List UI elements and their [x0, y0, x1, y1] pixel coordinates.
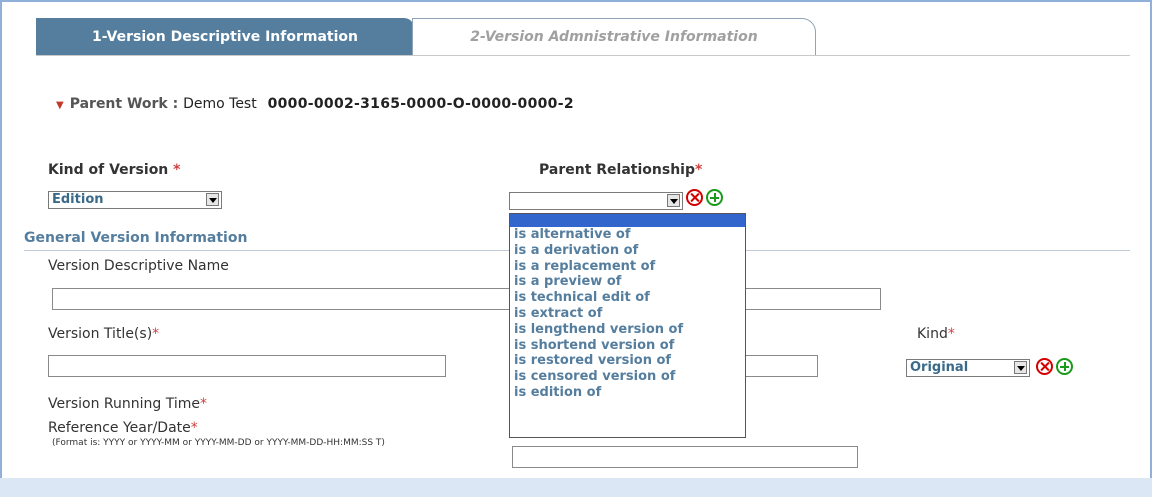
- remove-circle-icon[interactable]: [1036, 358, 1053, 375]
- section-general-version-info: General Version Information: [24, 230, 248, 246]
- dropdown-option[interactable]: is censored version of: [510, 369, 745, 385]
- required-marker: *: [152, 326, 160, 342]
- kind-label: Kind*: [917, 326, 955, 342]
- parent-work-title: Demo Test: [183, 96, 257, 112]
- running-time-text: Version Running Time: [48, 396, 201, 412]
- parent-relationship-label: Parent Relationship*: [539, 162, 702, 178]
- bottom-strip: [0, 478, 1152, 497]
- chevron-down-icon[interactable]: [1014, 361, 1027, 374]
- dropdown-option[interactable]: is restored version of: [510, 353, 745, 369]
- dropdown-option[interactable]: is alternative of: [510, 227, 745, 243]
- parent-relationship-select[interactable]: [509, 192, 683, 210]
- kind-text: Kind: [917, 326, 948, 342]
- dropdown-option[interactable]: is extract of: [510, 306, 745, 322]
- dropdown-option[interactable]: is lengthend version of: [510, 322, 745, 338]
- kind-of-version-value: Edition: [52, 192, 104, 207]
- kind-of-version-select[interactable]: Edition: [48, 191, 222, 209]
- version-title-input[interactable]: [48, 355, 446, 377]
- parent-work-code: 0000-0002-3165-0000-O-0000-0000-2: [267, 96, 574, 112]
- dropdown-option[interactable]: is a replacement of: [510, 259, 745, 275]
- required-marker: *: [947, 326, 955, 342]
- dropdown-option[interactable]: is edition of: [510, 385, 745, 401]
- descriptive-name-input[interactable]: [52, 288, 881, 310]
- reference-date-input[interactable]: [512, 446, 858, 468]
- tab-divider: [36, 55, 1130, 56]
- parent-relationship-dropdown[interactable]: is alternative of is a derivation of is …: [509, 213, 746, 438]
- required-marker: *: [173, 162, 181, 178]
- reference-date-label: Reference Year/Date*: [48, 420, 198, 436]
- parent-work-label: Parent Work :: [69, 96, 179, 112]
- parent-work: ▼ Parent Work : Demo Test 0000-0002-3165-…: [56, 96, 574, 112]
- triangle-down-icon[interactable]: ▼: [56, 100, 64, 111]
- dropdown-option[interactable]: is a derivation of: [510, 243, 745, 259]
- descriptive-name-label: Version Descriptive Name: [48, 258, 229, 274]
- running-time-label: Version Running Time*: [48, 396, 207, 412]
- required-marker: *: [200, 396, 208, 412]
- chevron-down-icon[interactable]: [667, 194, 680, 207]
- dropdown-option[interactable]: is shortend version of: [510, 338, 745, 354]
- tab-version-descriptive[interactable]: 1-Version Descriptive Information: [36, 18, 414, 56]
- parent-relationship-text: Parent Relationship: [539, 162, 695, 178]
- chevron-down-icon[interactable]: [206, 193, 219, 206]
- dropdown-option[interactable]: is technical edit of: [510, 290, 745, 306]
- add-circle-icon[interactable]: [706, 189, 723, 206]
- remove-circle-icon[interactable]: [686, 189, 703, 206]
- reference-date-text: Reference Year/Date: [48, 420, 191, 436]
- version-titles-text: Version Title(s): [48, 326, 153, 342]
- add-circle-icon[interactable]: [1056, 358, 1073, 375]
- reference-date-format-hint: (Format is: YYYY or YYYY-MM or YYYY-MM-D…: [52, 438, 385, 448]
- required-marker: *: [694, 162, 703, 178]
- kind-of-version-label: Kind of Version *: [48, 162, 180, 178]
- required-marker: *: [190, 420, 198, 436]
- dropdown-option-blank-highlighted[interactable]: [510, 214, 745, 227]
- kind-of-version-text: Kind of Version: [48, 162, 169, 178]
- dropdown-option[interactable]: is a preview of: [510, 274, 745, 290]
- tab-version-administrative[interactable]: 2-Version Admnistrative Information: [412, 18, 816, 56]
- version-titles-label: Version Title(s)*: [48, 326, 159, 342]
- kind-select[interactable]: Original: [906, 359, 1030, 377]
- kind-value: Original: [910, 360, 969, 375]
